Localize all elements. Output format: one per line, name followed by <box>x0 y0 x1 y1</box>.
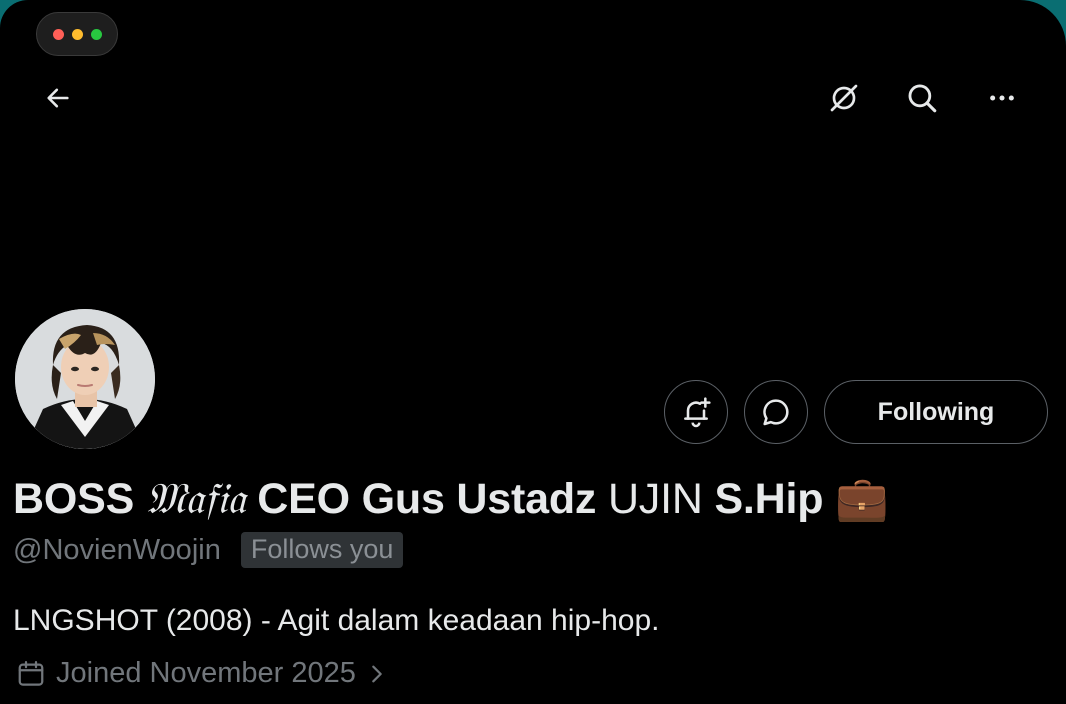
more-options-button[interactable] <box>980 76 1024 120</box>
window-controls <box>36 12 118 56</box>
chevron-right-icon <box>372 665 382 682</box>
briefcase-emoji: 💼 <box>835 475 889 523</box>
joined-date-text: Joined November 2025 <box>56 657 356 689</box>
close-window-button[interactable] <box>52 28 64 40</box>
app-window: Following BOSS 𝔐𝔞𝔣𝔦𝔞 CEO Gus Ustadz UJIN… <box>0 0 1066 704</box>
grok-button[interactable] <box>822 76 866 120</box>
minimize-window-button[interactable] <box>71 28 83 40</box>
avatar-photo <box>15 309 155 449</box>
display-name-part: S.Hip <box>702 475 836 523</box>
display-name: BOSS 𝔐𝔞𝔣𝔦𝔞 CEO Gus Ustadz UJIN S.Hip 💼 <box>13 474 889 524</box>
display-name-part: UJIN <box>607 475 703 523</box>
display-name-part: CEO Gus Ustadz <box>245 475 608 523</box>
following-button[interactable]: Following <box>824 380 1048 444</box>
joined-date-row[interactable]: Joined November 2025 <box>16 657 388 690</box>
handle-row: @NovienWoojin Follows you <box>13 532 404 568</box>
search-icon <box>908 84 937 113</box>
display-name-fraktur: 𝔐𝔞𝔣𝔦𝔞 <box>145 474 246 524</box>
user-handle: @NovienWoojin <box>13 533 221 566</box>
message-icon <box>763 399 789 426</box>
avatar[interactable] <box>12 306 158 452</box>
calendar-icon <box>18 660 44 686</box>
search-button[interactable] <box>900 76 944 120</box>
grok-icon <box>830 84 858 112</box>
zoom-window-button[interactable] <box>90 28 102 40</box>
back-button[interactable] <box>38 78 78 118</box>
display-name-part: BOSS <box>13 475 146 523</box>
more-icon <box>990 95 1014 101</box>
message-button[interactable] <box>744 380 808 444</box>
notifications-button[interactable] <box>664 380 728 444</box>
follows-you-badge: Follows you <box>240 532 404 568</box>
arrow-left-icon <box>47 88 69 108</box>
bell-plus-icon <box>684 397 711 428</box>
profile-bio: LNGSHOT (2008) - Agit dalam keadaan hip-… <box>13 604 660 637</box>
